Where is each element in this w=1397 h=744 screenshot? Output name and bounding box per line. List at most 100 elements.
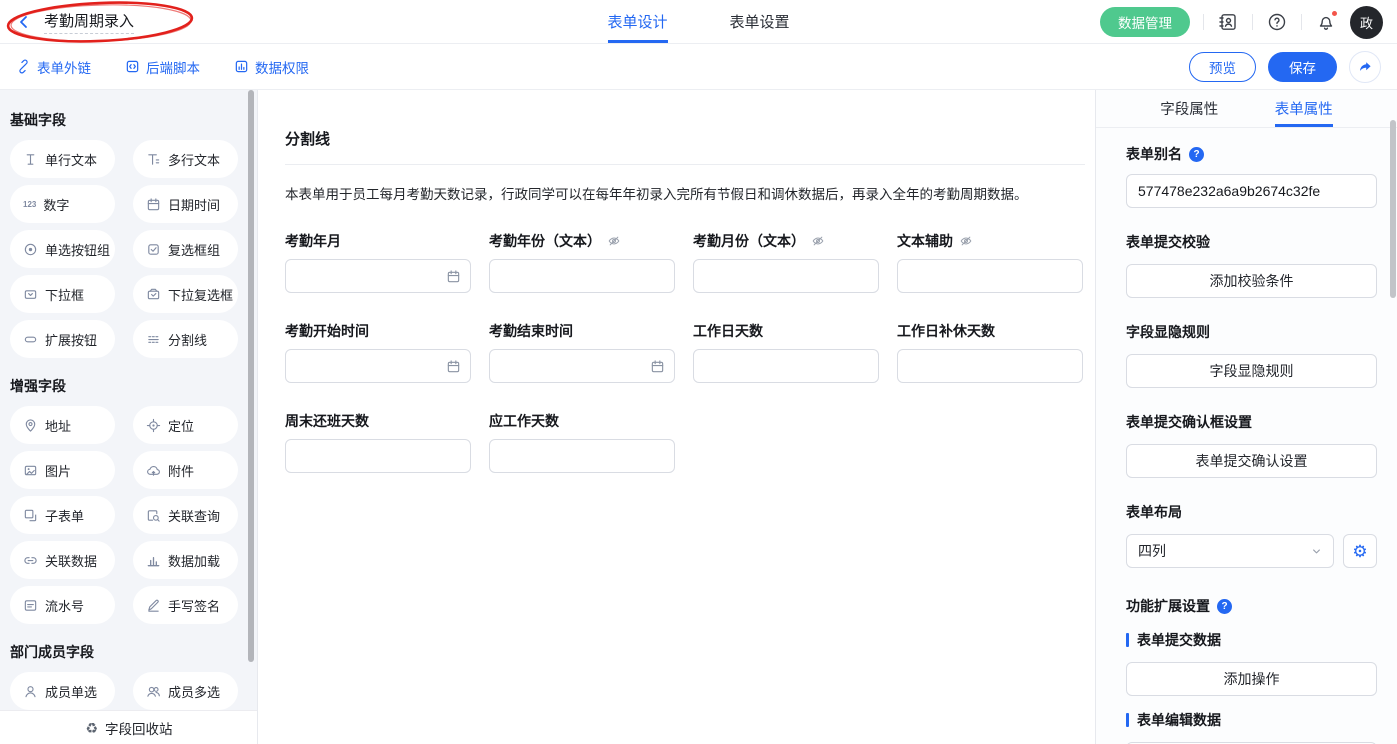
field-item-address[interactable]: 地址	[10, 406, 115, 444]
tab-field-properties[interactable]: 字段属性	[1160, 90, 1218, 127]
main-body: 基础字段 单行文本 多行文本 123数字 日期时间 单选按钮组 复选框组 下拉框…	[0, 90, 1397, 744]
gear-icon: ⚙	[1352, 543, 1367, 560]
field-input-date[interactable]	[489, 349, 675, 383]
field-item-member-single[interactable]: 成员单选	[10, 672, 115, 710]
field-weekend-makeup-count[interactable]: 周末还班天数	[285, 412, 471, 473]
field-item-member-multi[interactable]: 成员多选	[133, 672, 238, 710]
submit-validation-label: 表单提交校验	[1126, 232, 1210, 252]
data-manage-button[interactable]: 数据管理	[1100, 7, 1190, 37]
help-circle-icon[interactable]: ?	[1217, 599, 1232, 614]
field-item-radio-group[interactable]: 单选按钮组	[10, 230, 115, 268]
field-item-checkbox-group[interactable]: 复选框组	[133, 230, 238, 268]
help-circle-icon[interactable]: ?	[1189, 147, 1204, 162]
preview-button[interactable]: 预览	[1189, 52, 1256, 82]
submit-data-add-action-button[interactable]: 添加操作	[1126, 662, 1377, 696]
field-item-label: 关联数据	[45, 551, 97, 570]
field-item-image[interactable]: 图片	[10, 451, 115, 489]
field-attendance-month[interactable]: 考勤年月	[285, 232, 471, 293]
field-item-divider[interactable]: 分割线	[133, 320, 238, 358]
field-input-text[interactable]	[285, 439, 471, 473]
field-item-extend-button[interactable]: 扩展按钮	[10, 320, 115, 358]
field-workday-comp-rest-count[interactable]: 工作日补休天数	[897, 322, 1083, 383]
data-permission-link[interactable]: 数据权限	[234, 57, 309, 77]
field-input-text[interactable]	[489, 259, 675, 293]
field-item-linked-data[interactable]: 关联数据	[10, 541, 115, 579]
window-scrollbar[interactable]	[1390, 120, 1396, 298]
field-item-label: 图片	[45, 461, 71, 480]
share-button[interactable]	[1349, 51, 1381, 83]
field-item-serial-number[interactable]: 流水号	[10, 586, 115, 624]
field-item-locate[interactable]: 定位	[133, 406, 238, 444]
field-item-multi-line-text[interactable]: 多行文本	[133, 140, 238, 178]
field-item-dropdown-multi[interactable]: 下拉复选框	[133, 275, 238, 313]
field-expected-workday-count[interactable]: 应工作天数	[489, 412, 675, 473]
field-item-datetime[interactable]: 日期时间	[133, 185, 238, 223]
field-item-label: 单选按钮组	[45, 240, 110, 259]
field-attendance-start-time[interactable]: 考勤开始时间	[285, 322, 471, 383]
field-item-subform[interactable]: 子表单	[10, 496, 115, 534]
divider-section-title[interactable]: 分割线	[285, 128, 1085, 149]
add-validation-button[interactable]: 添加校验条件	[1126, 264, 1377, 298]
field-item-number[interactable]: 123数字	[10, 185, 115, 223]
submit-confirm-label: 表单提交确认框设置	[1126, 412, 1252, 432]
field-item-linked-query[interactable]: 关联查询	[133, 496, 238, 534]
form-fields-grid: 考勤年月 考勤年份（文本） 考勤月份（文本） 文本辅助	[285, 232, 1085, 473]
field-text-helper[interactable]: 文本辅助	[897, 232, 1083, 293]
field-recycle-bin[interactable]: ♻ 字段回收站	[0, 710, 258, 744]
field-attendance-year-text[interactable]: 考勤年份（文本）	[489, 232, 675, 293]
field-item-label: 下拉复选框	[168, 285, 233, 304]
tab-form-settings[interactable]: 表单设置	[730, 0, 790, 43]
form-canvas[interactable]: 分割线 本表单用于员工每月考勤天数记录，行政同学可以在每年年初录入完所有节假日和…	[258, 90, 1095, 744]
calendar-icon	[446, 269, 461, 284]
field-item-signature[interactable]: 手写签名	[133, 586, 238, 624]
field-input-text[interactable]	[897, 259, 1083, 293]
field-input-text[interactable]	[693, 349, 879, 383]
save-button[interactable]: 保存	[1268, 52, 1337, 82]
sidebar-scrollbar[interactable]	[248, 90, 254, 662]
form-layout-group: 表单布局 四列 ⚙	[1126, 502, 1377, 568]
form-alias-input[interactable]	[1126, 174, 1377, 208]
calendar-icon	[650, 359, 665, 374]
field-attendance-end-time[interactable]: 考勤结束时间	[489, 322, 675, 383]
help-icon[interactable]	[1266, 11, 1288, 33]
field-input-date[interactable]	[285, 349, 471, 383]
avatar[interactable]: 政	[1350, 6, 1383, 39]
eye-off-icon	[607, 234, 621, 248]
backend-script-link[interactable]: 后端脚本	[125, 57, 200, 77]
dropdown-icon	[23, 287, 38, 302]
properties-panel: 字段属性 表单属性 表单别名 ? 表单提交校验 添加校验条件 字段显隐规则 字段…	[1095, 90, 1397, 744]
multi-line-text-icon	[146, 152, 161, 167]
tab-form-properties[interactable]: 表单属性	[1275, 90, 1333, 127]
field-item-attachment[interactable]: 附件	[133, 451, 238, 489]
field-item-label: 定位	[168, 416, 194, 435]
layout-settings-button[interactable]: ⚙	[1343, 534, 1377, 568]
form-layout-select[interactable]: 四列	[1126, 534, 1334, 568]
field-item-single-line-text[interactable]: 单行文本	[10, 140, 115, 178]
field-item-dropdown[interactable]: 下拉框	[10, 275, 115, 313]
form-description[interactable]: 本表单用于员工每月考勤天数记录，行政同学可以在每年年初录入完所有节假日和调休数据…	[285, 185, 1085, 205]
contact-book-icon[interactable]	[1217, 11, 1239, 33]
field-input-date[interactable]	[285, 259, 471, 293]
field-input-text[interactable]	[897, 349, 1083, 383]
field-item-data-load[interactable]: 数据加载	[133, 541, 238, 579]
field-visibility-button[interactable]: 字段显隐规则	[1126, 354, 1377, 388]
notification-dot	[1331, 10, 1338, 17]
locate-icon	[146, 418, 161, 433]
tab-form-design[interactable]: 表单设计	[607, 0, 667, 43]
field-label: 应工作天数	[489, 411, 559, 431]
back-button[interactable]	[16, 14, 32, 30]
extend-button-icon	[23, 332, 38, 347]
data-permission-icon	[234, 59, 249, 74]
bell-icon[interactable]	[1315, 11, 1337, 33]
submit-confirm-button[interactable]: 表单提交确认设置	[1126, 444, 1377, 478]
field-item-label: 数据加载	[168, 551, 220, 570]
form-external-link[interactable]: 表单外链	[16, 57, 91, 77]
properties-tabs: 字段属性 表单属性	[1096, 90, 1397, 128]
header-right: 数据管理 政	[1100, 0, 1383, 44]
field-workday-count[interactable]: 工作日天数	[693, 322, 879, 383]
field-input-text[interactable]	[489, 439, 675, 473]
field-attendance-month-text[interactable]: 考勤月份（文本）	[693, 232, 879, 293]
properties-body: 表单别名 ? 表单提交校验 添加校验条件 字段显隐规则 字段显隐规则 表单提交确…	[1096, 128, 1397, 744]
field-input-text[interactable]	[693, 259, 879, 293]
page-title[interactable]: 考勤周期录入	[44, 10, 134, 34]
